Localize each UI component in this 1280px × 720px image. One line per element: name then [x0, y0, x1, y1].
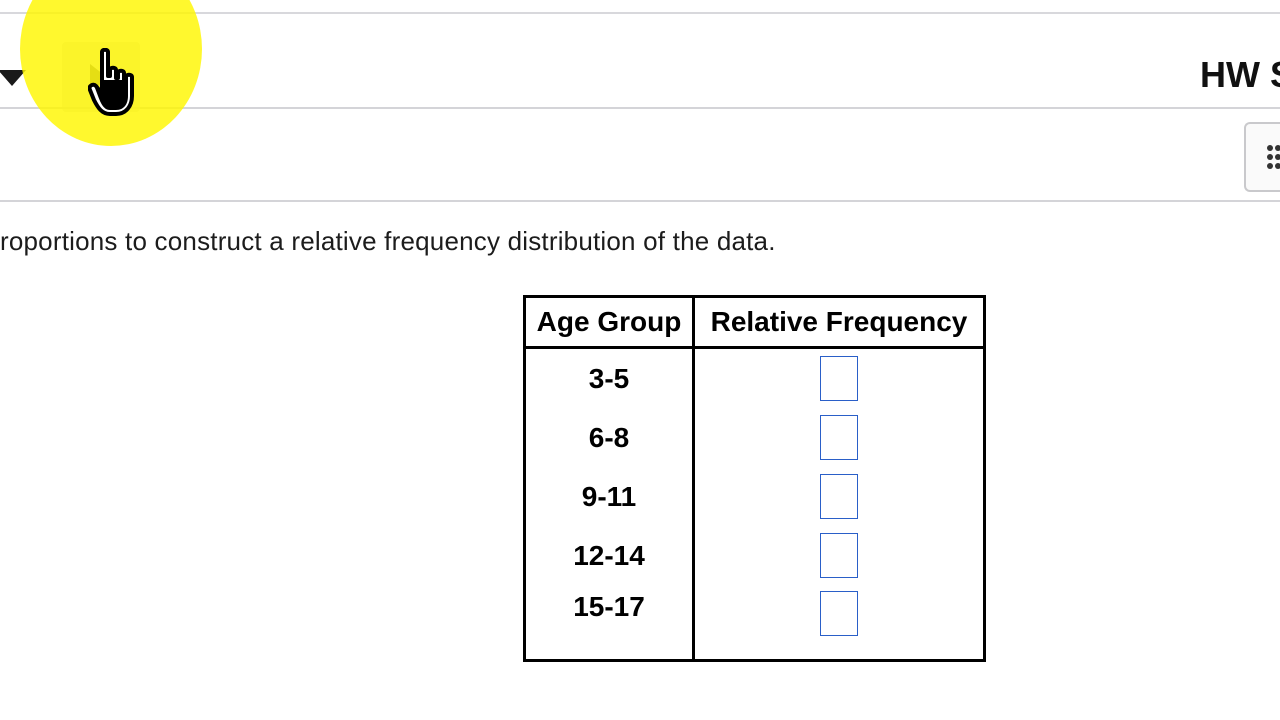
column-header-relative-frequency: Relative Frequency: [693, 296, 985, 349]
relative-frequency-input[interactable]: [820, 474, 858, 519]
relative-frequency-input[interactable]: [820, 415, 858, 460]
options-menu-button[interactable]: [1244, 122, 1280, 192]
relative-frequency-table: Age Group Relative Frequency 3-5 6-8 9-1…: [523, 295, 986, 662]
relative-frequency-input[interactable]: [820, 533, 858, 578]
age-group-cell: 3-5: [524, 347, 695, 408]
table-row: 15-17: [524, 585, 985, 661]
table-row: 12-14: [524, 526, 985, 585]
relative-frequency-cell: [694, 348, 985, 409]
next-question-button[interactable]: [62, 42, 140, 112]
table-row: 3-5: [524, 347, 985, 409]
relative-frequency-cell: [694, 585, 985, 661]
play-arrow-icon: [90, 64, 108, 92]
question-toolbar: HW S: [0, 14, 1280, 112]
relative-frequency-cell: [694, 526, 985, 585]
column-header-age-group: Age Group: [524, 296, 695, 349]
age-group-cell: 15-17: [524, 585, 695, 661]
collapse-triangle-icon[interactable]: [0, 70, 26, 86]
relative-frequency-input[interactable]: [820, 591, 858, 636]
relative-frequency-input[interactable]: [820, 356, 858, 401]
assignment-title: HW S: [1200, 54, 1280, 95]
dots-grid-icon: [1267, 145, 1280, 169]
table-header-row: Age Group Relative Frequency: [524, 296, 985, 349]
question-instructions: roportions to construct a relative frequ…: [0, 226, 776, 256]
table-row: 6-8: [524, 408, 985, 467]
sub-toolbar: [0, 109, 1280, 201]
subbar-divider: [0, 200, 1280, 202]
age-group-cell: 12-14: [524, 526, 695, 585]
relative-frequency-cell: [694, 467, 985, 526]
age-group-cell: 6-8: [524, 408, 695, 467]
table-row: 9-11: [524, 467, 985, 526]
age-group-cell: 9-11: [524, 467, 695, 526]
relative-frequency-cell: [694, 408, 985, 467]
